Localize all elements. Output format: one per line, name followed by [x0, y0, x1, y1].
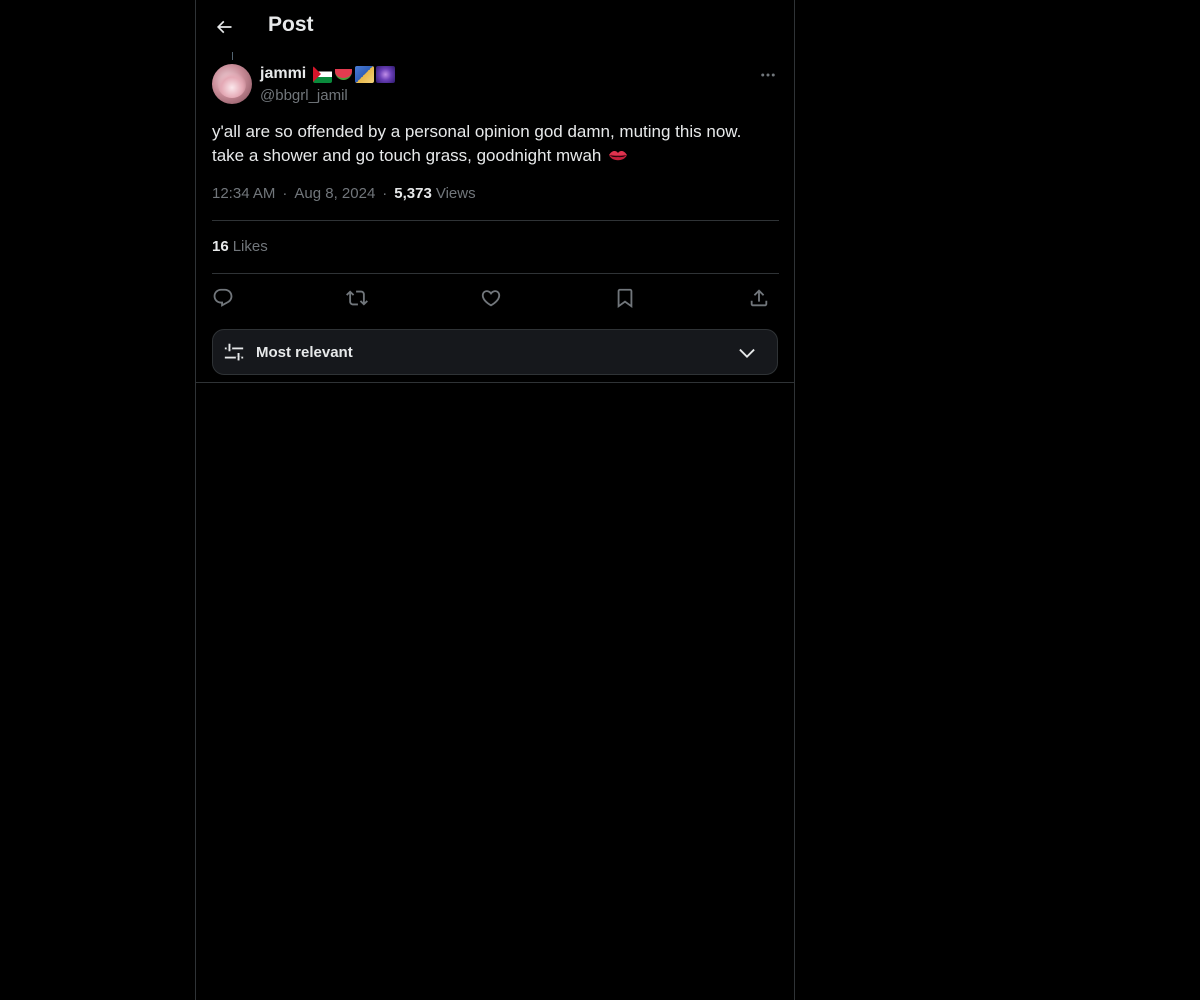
likes-label: Likes — [232, 238, 268, 255]
reply-icon — [213, 288, 233, 307]
sort-label: Most relevant — [256, 344, 353, 361]
post-text-line: y'all are so offended by a personal opin… — [212, 122, 742, 141]
back-button[interactable] — [208, 11, 240, 43]
repost-icon — [346, 290, 368, 306]
repost-button[interactable] — [343, 284, 371, 312]
more-horizontal-icon — [761, 73, 775, 77]
post-time[interactable]: 12:34 AM — [212, 185, 275, 202]
author-handle[interactable]: @bbgrl_jamil — [260, 87, 348, 104]
thread-connector-line — [232, 52, 233, 60]
kiss-mark-emoji — [609, 150, 628, 161]
bookmark-icon — [617, 288, 633, 309]
post-date[interactable]: Aug 8, 2024 — [294, 185, 375, 202]
avatar[interactable] — [212, 64, 252, 104]
like-button[interactable] — [477, 284, 505, 312]
author-name-row: jammi — [260, 65, 396, 83]
avatar-image — [218, 72, 246, 98]
heart-icon — [481, 290, 501, 307]
main-column: Post jammi @bbgrl_jamil y'all are so off… — [195, 0, 795, 1000]
more-options-button[interactable] — [756, 63, 780, 87]
author-name-emojis — [313, 65, 396, 83]
milky-way-emoji — [376, 65, 396, 83]
shooting-star-emoji — [355, 65, 375, 83]
views-label: Views — [435, 185, 476, 202]
likes-count: 16 — [212, 238, 229, 255]
meta-separator: · — [282, 185, 288, 202]
page-title: Post — [268, 13, 314, 36]
palestine-flag-emoji — [313, 65, 333, 83]
sliders-icon — [224, 343, 244, 361]
post-actions — [212, 284, 779, 312]
reply-button[interactable] — [209, 284, 237, 312]
author-display-name[interactable]: jammi — [260, 65, 306, 83]
meta-separator: · — [382, 185, 388, 202]
section-divider — [196, 382, 794, 383]
post-text-line-2: take a shower and go touch grass, goodni… — [212, 144, 782, 168]
reply-sort-dropdown[interactable]: Most relevant — [212, 329, 778, 375]
divider — [212, 220, 779, 221]
share-icon — [750, 289, 768, 307]
post-text: y'all are so offended by a personal opin… — [212, 120, 782, 168]
watermelon-emoji — [334, 66, 353, 83]
views-count: 5,373 — [394, 185, 432, 202]
chevron-down-icon — [739, 348, 755, 358]
likes-summary[interactable]: 16 Likes — [212, 238, 268, 255]
arrow-left-icon — [216, 20, 232, 34]
post-meta: 12:34 AM · Aug 8, 2024 · 5,373 Views — [212, 185, 476, 202]
share-button[interactable] — [745, 284, 773, 312]
divider — [212, 273, 779, 274]
post-text-line: take a shower and go touch grass, goodni… — [212, 146, 602, 165]
page-header: Post — [196, 0, 794, 53]
bookmark-button[interactable] — [611, 284, 639, 312]
